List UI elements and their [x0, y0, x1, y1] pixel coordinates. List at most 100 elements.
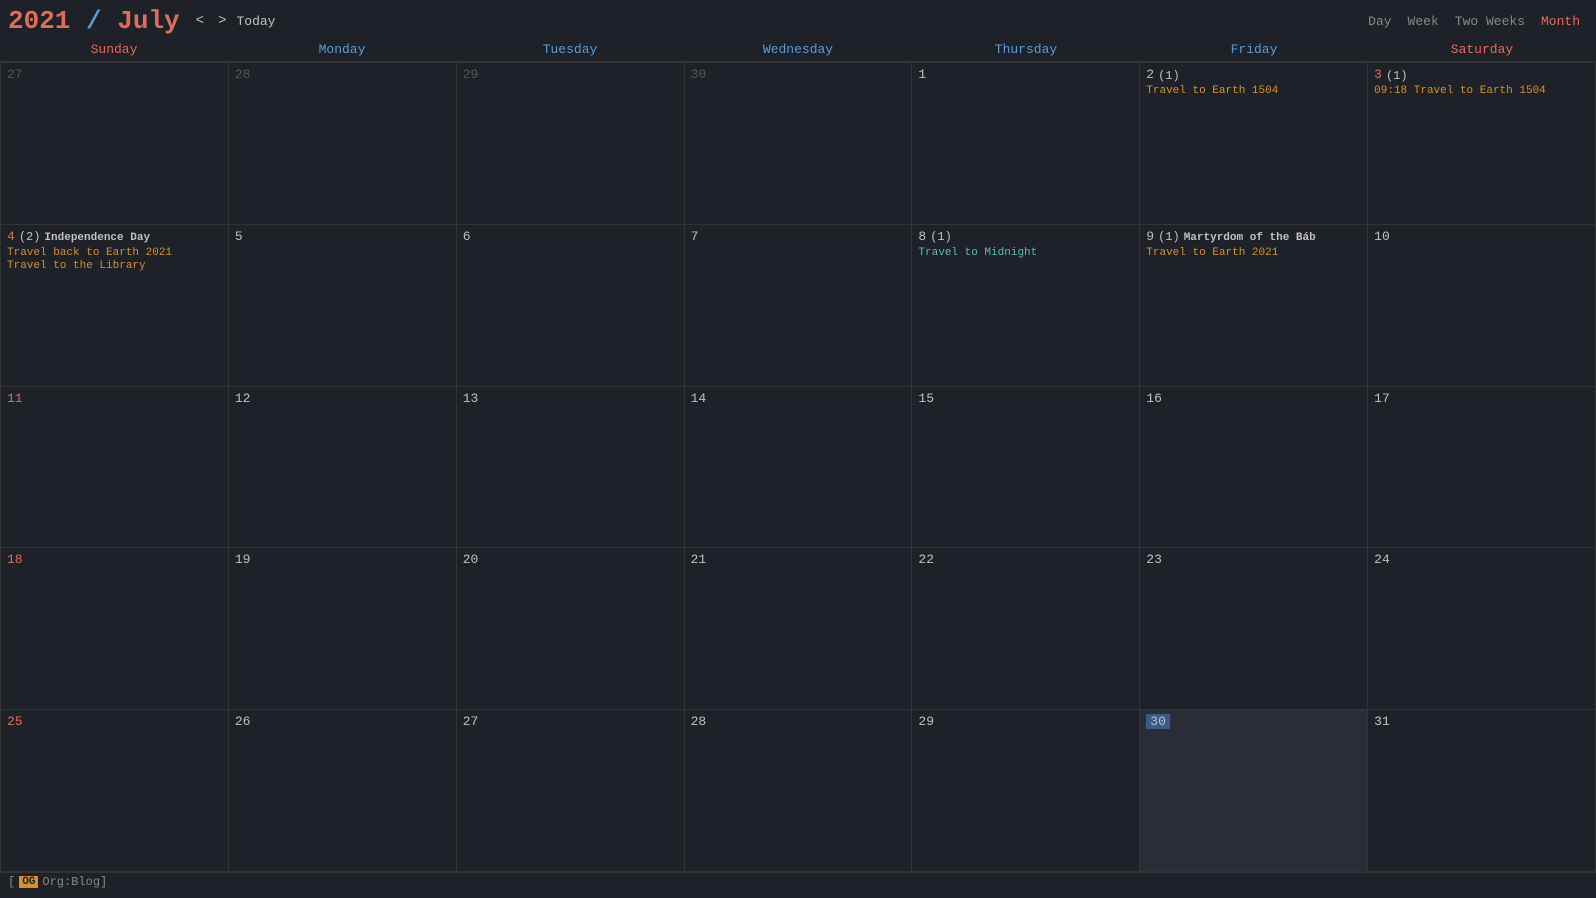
cell-jul27b[interactable]: 27	[457, 710, 685, 872]
day-num: 3 (1)	[1374, 67, 1589, 84]
event-travel-library[interactable]: Travel to the Library	[7, 260, 222, 272]
day-num: 22	[918, 552, 1133, 567]
cell-jul13[interactable]: 13	[457, 387, 685, 549]
day-num: 2 (1)	[1146, 67, 1361, 84]
day-num: 14	[691, 391, 906, 406]
cell-jul26[interactable]: 26	[229, 710, 457, 872]
day-num: 18	[7, 552, 222, 567]
cell-jul9[interactable]: 9 (1) Martyrdom of the Báb Travel to Ear…	[1140, 225, 1368, 387]
day-num: 16	[1146, 391, 1361, 406]
day-headers-row: Sunday Monday Tuesday Wednesday Thursday…	[0, 38, 1596, 62]
status-bracket-open: [	[8, 875, 15, 889]
martyrdom-label: Martyrdom of the Báb	[1184, 232, 1316, 244]
day-num: 23	[1146, 552, 1361, 567]
event-travel-back-earth2021[interactable]: Travel back to Earth 2021	[7, 247, 222, 259]
cell-jul29[interactable]: 29	[912, 710, 1140, 872]
tuesday-header: Tuesday	[456, 38, 684, 61]
year-label: 2021	[8, 6, 70, 36]
day-num: 4 (2) Independence Day	[7, 229, 222, 246]
day-num: 1	[918, 67, 1133, 82]
cell-jul16[interactable]: 16	[1140, 387, 1368, 549]
cell-jul18[interactable]: 18	[1, 548, 229, 710]
independence-day-label: Independence Day	[44, 232, 150, 244]
cell-jul15[interactable]: 15	[912, 387, 1140, 549]
cell-jul22[interactable]: 22	[912, 548, 1140, 710]
cell-jul7[interactable]: 7	[685, 225, 913, 387]
day-num: 27	[463, 714, 678, 729]
day-num: 10	[1374, 229, 1589, 244]
event-travel-earth-1504-sat[interactable]: 09:18 Travel to Earth 1504	[1374, 85, 1589, 97]
calendar-grid: 27 28 29 30 1 2 (1) Travel to Earth 1504…	[0, 62, 1596, 872]
cell-jul6[interactable]: 6	[457, 225, 685, 387]
calendar-title: 2021 / July	[8, 6, 180, 36]
cell-jul2[interactable]: 2 (1) Travel to Earth 1504	[1140, 63, 1368, 225]
next-button[interactable]: >	[214, 12, 230, 30]
cell-jul28[interactable]: 28	[685, 710, 913, 872]
day-num: 24	[1374, 552, 1589, 567]
thursday-header: Thursday	[912, 38, 1140, 61]
day-num: 28	[691, 714, 906, 729]
day-num: 12	[235, 391, 450, 406]
view-selector: Day Week Two Weeks Month	[1368, 14, 1588, 29]
cell-jul4[interactable]: 4 (2) Independence Day Travel back to Ea…	[1, 225, 229, 387]
cell-jul21[interactable]: 21	[685, 548, 913, 710]
day-num: 11	[7, 391, 222, 406]
day-num: 8 (1)	[918, 229, 1133, 246]
day-num: 6	[463, 229, 678, 244]
cell-jul19[interactable]: 19	[229, 548, 457, 710]
cell-jul23[interactable]: 23	[1140, 548, 1368, 710]
cell-jul30-today[interactable]: 30	[1140, 710, 1368, 872]
day-num: 26	[235, 714, 450, 729]
today-button[interactable]: Today	[236, 14, 275, 29]
day-num: 29	[918, 714, 1133, 729]
day-num: 15	[918, 391, 1133, 406]
day-num: 17	[1374, 391, 1589, 406]
wednesday-header: Wednesday	[684, 38, 912, 61]
nav-controls: < > Today	[192, 12, 276, 30]
status-tag: OG	[19, 876, 38, 888]
day-num: 21	[691, 552, 906, 567]
event-travel-midnight[interactable]: Travel to Midnight	[918, 247, 1133, 259]
day-num: 5	[235, 229, 450, 244]
cell-jun27[interactable]: 27	[1, 63, 229, 225]
cell-jun29[interactable]: 29	[457, 63, 685, 225]
cell-jul31[interactable]: 31	[1368, 710, 1596, 872]
cell-jul25[interactable]: 25	[1, 710, 229, 872]
day-num: 30	[691, 67, 906, 82]
day-num: 31	[1374, 714, 1589, 729]
month-view-button[interactable]: Month	[1541, 14, 1580, 29]
day-num: 25	[7, 714, 222, 729]
cell-jun30[interactable]: 30	[685, 63, 913, 225]
cell-jul1[interactable]: 1	[912, 63, 1140, 225]
event-travel-earth2021-fri[interactable]: Travel to Earth 2021	[1146, 247, 1361, 259]
cell-jul3[interactable]: 3 (1) 09:18 Travel to Earth 1504	[1368, 63, 1596, 225]
cell-jul5[interactable]: 5	[229, 225, 457, 387]
day-num: 28	[235, 67, 450, 82]
status-text: Org:Blog]	[42, 875, 107, 889]
day-num: 27	[7, 67, 222, 82]
cell-jul8[interactable]: 8 (1) Travel to Midnight	[912, 225, 1140, 387]
day-num: 29	[463, 67, 678, 82]
slash-label: /	[70, 6, 117, 36]
calendar-header: 2021 / July < > Today Day Week Two Weeks…	[0, 0, 1596, 38]
cell-jul24[interactable]: 24	[1368, 548, 1596, 710]
day-num: 9 (1) Martyrdom of the Báb	[1146, 229, 1361, 246]
cell-jul10[interactable]: 10	[1368, 225, 1596, 387]
day-num: 19	[235, 552, 450, 567]
two-weeks-view-button[interactable]: Two Weeks	[1455, 14, 1525, 29]
cell-jul17[interactable]: 17	[1368, 387, 1596, 549]
day-num: 13	[463, 391, 678, 406]
cell-jun28[interactable]: 28	[229, 63, 457, 225]
month-label: July	[117, 6, 179, 36]
cell-jul12[interactable]: 12	[229, 387, 457, 549]
cell-jul20[interactable]: 20	[457, 548, 685, 710]
week-view-button[interactable]: Week	[1408, 14, 1439, 29]
cell-jul11[interactable]: 11	[1, 387, 229, 549]
day-num: 20	[463, 552, 678, 567]
day-view-button[interactable]: Day	[1368, 14, 1391, 29]
day-num: 7	[691, 229, 906, 244]
prev-button[interactable]: <	[192, 12, 208, 30]
cell-jul14[interactable]: 14	[685, 387, 913, 549]
event-travel-earth-1504-fri[interactable]: Travel to Earth 1504	[1146, 85, 1361, 97]
friday-header: Friday	[1140, 38, 1368, 61]
